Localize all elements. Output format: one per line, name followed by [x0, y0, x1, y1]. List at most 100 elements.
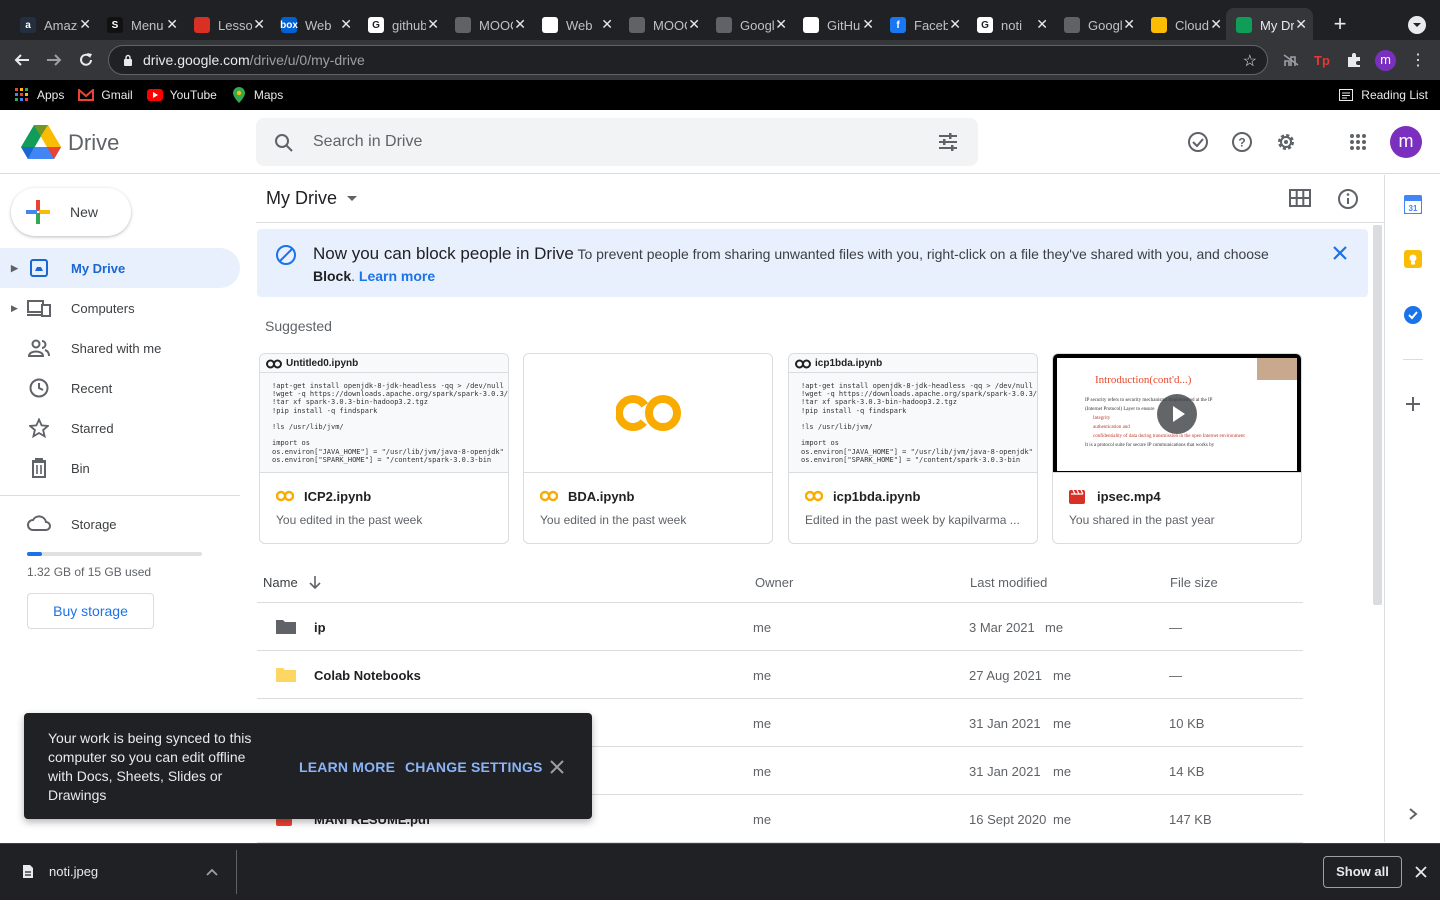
learn-more-link[interactable]: Learn more: [359, 268, 435, 284]
tab-close-icon[interactable]: ✕: [1295, 16, 1307, 33]
reload-icon[interactable]: [74, 48, 98, 72]
new-button[interactable]: New: [11, 188, 131, 236]
page-title[interactable]: My Drive: [266, 188, 337, 209]
tab-search-icon[interactable]: [1408, 16, 1426, 34]
change-settings-button[interactable]: CHANGE SETTINGS: [405, 759, 543, 775]
bookmark-maps[interactable]: Maps: [231, 87, 283, 103]
tab-close-icon[interactable]: ✕: [340, 16, 352, 33]
browser-tab[interactable]: Ggithub ✕: [358, 8, 445, 42]
tab-close-icon[interactable]: ✕: [601, 16, 613, 33]
browser-tab[interactable]: S Menu ✕: [97, 8, 184, 42]
account-avatar[interactable]: m: [1390, 126, 1422, 158]
sidebar-item-computers[interactable]: ▶ Computers: [0, 288, 240, 328]
table-row[interactable]: ip me 3 Mar 2021 me —: [257, 603, 1303, 651]
add-addon-icon[interactable]: [1404, 395, 1422, 413]
browser-tab[interactable]: Google✕: [706, 8, 793, 42]
sidebar-item-bin[interactable]: Bin: [0, 448, 240, 488]
bookmark-apps[interactable]: Apps: [14, 87, 64, 103]
keep-icon[interactable]: [1404, 250, 1422, 268]
sidebar-item-my-drive[interactable]: ▶ My Drive: [0, 248, 240, 288]
download-item[interactable]: noti.jpeg: [0, 844, 236, 900]
tab-close-icon[interactable]: ✕: [775, 16, 787, 33]
bookmark-star-icon[interactable]: ☆: [1243, 51, 1257, 71]
grid-view-icon[interactable]: [1289, 189, 1311, 211]
column-last-modified[interactable]: Last modified: [970, 575, 1047, 590]
search-options-icon[interactable]: [938, 132, 958, 152]
close-icon[interactable]: [1332, 245, 1348, 261]
chevron-up-icon[interactable]: [206, 868, 218, 876]
suggested-card[interactable]: Introduction(cont'd...) IP security refe…: [1052, 353, 1302, 544]
chevron-right-icon[interactable]: [1406, 807, 1420, 821]
tab-close-icon[interactable]: ✕: [79, 16, 91, 33]
suggested-card[interactable]: icp1bda.ipynb !apt-get install openjdk-8…: [788, 353, 1038, 544]
sidebar-item-shared-with-me[interactable]: Shared with me: [0, 328, 240, 368]
google-apps-icon[interactable]: [1346, 130, 1370, 154]
tab-close-icon[interactable]: ✕: [1036, 16, 1048, 33]
browser-profile-avatar[interactable]: m: [1375, 50, 1396, 71]
extensions-puzzle-icon[interactable]: [1342, 48, 1366, 72]
tab-close-icon[interactable]: ✕: [862, 16, 874, 33]
offline-ready-icon[interactable]: [1186, 130, 1210, 154]
side-panel-rail: 31: [1384, 175, 1440, 842]
info-icon[interactable]: [1337, 188, 1359, 210]
tab-close-icon[interactable]: ✕: [253, 16, 265, 33]
expand-arrow-icon[interactable]: ▶: [11, 263, 18, 274]
browser-tab[interactable]: Gnoti ✕: [967, 8, 1054, 42]
tab-close-icon[interactable]: ✕: [427, 16, 439, 33]
tab-favicon-icon: [803, 17, 819, 33]
browser-tab[interactable]: box Web ✕: [271, 8, 358, 42]
tab-close-icon[interactable]: ✕: [166, 16, 178, 33]
scrollbar-thumb[interactable]: [1373, 225, 1382, 605]
address-bar[interactable]: drive.google.com/drive/u/0/my-drive ☆: [108, 45, 1268, 75]
help-icon[interactable]: ?: [1230, 130, 1254, 154]
browser-tab[interactable]: Web ✕: [532, 8, 619, 42]
browser-tab[interactable]: a Amazon✕: [10, 8, 97, 42]
expand-arrow-icon[interactable]: ▶: [11, 303, 18, 314]
sidebar-item-recent[interactable]: Recent: [0, 368, 240, 408]
table-row[interactable]: Colab Notebooks me 27 Aug 2021 me —: [257, 651, 1303, 699]
sidebar-item-starred[interactable]: Starred: [0, 408, 240, 448]
close-icon[interactable]: [550, 760, 564, 774]
browser-tab[interactable]: Google✕: [1054, 8, 1141, 42]
play-icon[interactable]: [1157, 394, 1197, 434]
extension-tp-icon[interactable]: Tp: [1310, 48, 1334, 72]
search-bar[interactable]: Search in Drive: [256, 118, 978, 166]
preview-divider: [789, 372, 1037, 373]
bookmark-youtube[interactable]: YouTube: [146, 87, 217, 103]
sort-arrow-down-icon[interactable]: [309, 575, 321, 589]
reading-list-button[interactable]: Reading List: [1338, 87, 1428, 103]
bookmark-gmail[interactable]: Gmail: [78, 87, 133, 103]
tab-close-icon[interactable]: ✕: [949, 16, 961, 33]
search-icon[interactable]: [274, 133, 294, 153]
learn-more-button[interactable]: LEARN MORE: [299, 759, 395, 775]
column-name[interactable]: Name: [263, 575, 298, 590]
browser-tab[interactable]: Lesson✕: [184, 8, 271, 42]
media-icon[interactable]: [1279, 48, 1303, 72]
browser-tab[interactable]: MOOC✕: [445, 8, 532, 42]
tab-close-icon[interactable]: ✕: [688, 16, 700, 33]
browser-menu-icon[interactable]: ⋮: [1406, 48, 1430, 72]
back-icon[interactable]: [10, 48, 34, 72]
settings-gear-icon[interactable]: [1274, 130, 1298, 154]
drive-logo-icon[interactable]: [21, 125, 61, 159]
caret-down-icon[interactable]: [346, 195, 358, 203]
suggested-card[interactable]: Untitled0.ipynb !apt-get install openjdk…: [259, 353, 509, 544]
forward-icon[interactable]: [42, 48, 66, 72]
browser-tab[interactable]: Cloud ✕: [1141, 8, 1228, 42]
new-tab-button[interactable]: +: [1330, 13, 1350, 35]
search-input[interactable]: Search in Drive: [313, 133, 422, 151]
show-all-button[interactable]: Show all: [1323, 856, 1402, 888]
buy-storage-button[interactable]: Buy storage: [27, 593, 154, 629]
suggested-card[interactable]: BDA.ipynb You edited in the past week: [523, 353, 773, 544]
calendar-icon[interactable]: 31: [1403, 194, 1423, 215]
browser-tab[interactable]: f Facebook✕: [880, 8, 967, 42]
browser-tab[interactable]: GitHub✕: [793, 8, 880, 42]
browser-tab[interactable]: MOOC✕: [619, 8, 706, 42]
tasks-icon[interactable]: [1404, 306, 1422, 324]
tab-close-icon[interactable]: ✕: [1210, 16, 1222, 33]
tab-close-icon[interactable]: ✕: [1123, 16, 1135, 33]
storage-label[interactable]: Storage: [71, 517, 117, 532]
tab-close-icon[interactable]: ✕: [514, 16, 526, 33]
close-icon[interactable]: [1415, 866, 1427, 878]
browser-tab[interactable]: My Drive✕: [1226, 8, 1313, 42]
